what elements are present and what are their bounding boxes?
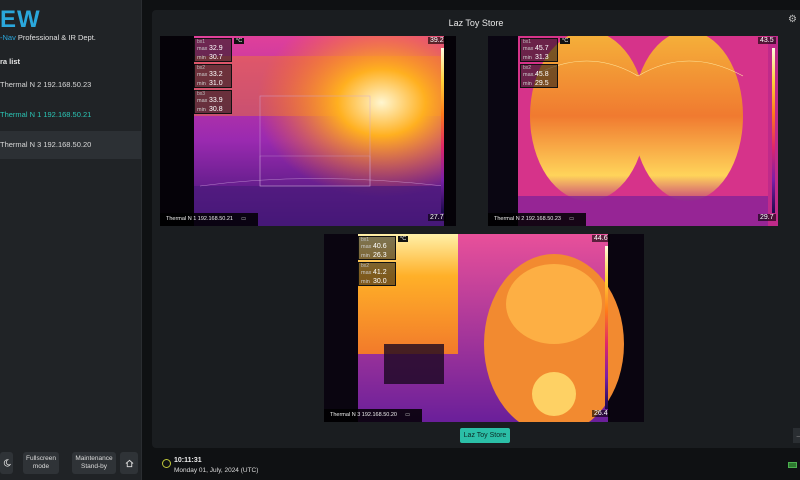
unit-label: °C [234, 38, 245, 44]
camera-feed-thermal-n1[interactable]: °C bx1 max 32.9 min 30.7 bx2 max 33.2 mi… [160, 36, 456, 226]
max-label: max [197, 72, 208, 78]
home-icon [125, 459, 133, 467]
roi-min: 29.5 [535, 80, 549, 87]
roi-max: 33.2 [209, 71, 223, 78]
camera-feed-thermal-n3[interactable]: °C bx1 max 40.6 min 26.3 bx2 max 41.2 mi… [324, 234, 644, 422]
tagline-text: Professional & IR Dept. [15, 33, 96, 42]
roi-min: 31.3 [535, 54, 549, 61]
theme-toggle-button[interactable] [0, 452, 13, 474]
roi-name: bx1 [361, 237, 370, 243]
roi-name: bx2 [361, 263, 370, 269]
clock-icon [162, 459, 171, 468]
scale-max: 43.5 [758, 37, 776, 44]
camera-list-title: ra list [0, 57, 21, 66]
feed-label-text: Thermal N 1 192.168.50.21 [166, 216, 233, 222]
min-label: min [361, 253, 370, 259]
max-label: max [197, 98, 208, 104]
roi-min: 31.0 [209, 80, 223, 87]
min-label: min [197, 55, 206, 61]
brand-tagline: -Nav Professional & IR Dept. [0, 33, 96, 42]
fullscreen-mode-button[interactable]: Fullscreen mode [23, 452, 59, 474]
roi-max: 33.9 [209, 97, 223, 104]
maintenance-standby-button[interactable]: Maintenance Stand-by [72, 452, 116, 474]
cast-icon[interactable]: ▭ [405, 412, 410, 418]
gear-icon[interactable]: ⚙ [788, 14, 797, 25]
roi-name: bx3 [197, 91, 206, 97]
roi-panel-bx2: bx2 max 33.2 min 31.0 [194, 64, 232, 88]
status-bar: 10:11:31 Monday 01, July, 2024 (UTC) [152, 452, 800, 480]
scale-max: 44.6 [592, 235, 610, 242]
scale-min: 29.7 [758, 214, 776, 221]
sidebar-toolbar: Fullscreen mode Maintenance Stand-by [0, 452, 142, 476]
app-window: EW -Nav Professional & IR Dept. ra list … [0, 0, 800, 480]
roi-name: bx1 [523, 39, 532, 45]
max-label: max [523, 72, 534, 78]
roi-name: bx2 [197, 65, 206, 71]
min-label: min [197, 107, 206, 113]
unit-label: °C [398, 236, 409, 242]
roi-panel-bx3: bx3 max 33.9 min 30.8 [194, 90, 232, 114]
min-label: min [523, 81, 532, 87]
feed-label: Thermal N 1 192.168.50.21 ▭ [160, 213, 258, 226]
feed-label: Thermal N 3 192.168.50.20 ▭ [324, 409, 422, 422]
temperature-scale-bar [772, 48, 775, 213]
camera-item-thermal-n3[interactable]: Thermal N 3 192.168.50.20 [0, 131, 141, 159]
scale-max: 39.2 [428, 37, 446, 44]
roi-max: 45.7 [535, 45, 549, 52]
roi-max: 40.6 [373, 243, 387, 250]
roi-min: 30.0 [373, 278, 387, 285]
page-title: Laz Toy Store [448, 18, 504, 28]
max-label: max [361, 244, 372, 250]
roi-panel-bx1: bx1 max 32.9 min 30.7 [194, 38, 232, 62]
roi-max: 45.8 [535, 71, 549, 78]
store-button[interactable]: Laz Toy Store [460, 428, 510, 443]
roi-panel-bx2: bx2 max 45.8 min 29.5 [520, 64, 558, 88]
temperature-scale-bar [605, 246, 608, 409]
cast-icon[interactable]: ▭ [241, 216, 246, 222]
tagline-accent: -Nav [0, 33, 16, 42]
roi-min: 30.8 [209, 106, 223, 113]
connection-status-icon [788, 462, 797, 468]
camera-feed-thermal-n2[interactable]: °C bx1 max 45.7 min 31.3 bx2 max 45.8 mi… [488, 36, 778, 226]
camera-item-thermal-n2[interactable]: Thermal N 2 192.168.50.23 [0, 71, 141, 99]
feed-label-text: Thermal N 2 192.168.50.23 [494, 216, 561, 222]
roi-name: bx2 [523, 65, 532, 71]
moon-icon [3, 459, 11, 467]
main-panel: Laz Toy Store °C bx1 max 32.9 min 30.7 b… [152, 10, 800, 448]
collapse-arrow-icon[interactable]: → [793, 428, 800, 443]
sidebar: EW -Nav Professional & IR Dept. ra list … [0, 0, 142, 480]
min-label: min [361, 279, 370, 285]
roi-name: bx1 [197, 39, 206, 45]
roi-min: 30.7 [209, 54, 223, 61]
home-button[interactable] [120, 452, 138, 474]
min-label: min [197, 81, 206, 87]
roi-max: 41.2 [373, 269, 387, 276]
roi-panel-bx1: bx1 max 40.6 min 26.3 [358, 236, 396, 260]
status-time: 10:11:31 [174, 457, 202, 464]
roi-max: 32.9 [209, 45, 223, 52]
status-date: Monday 01, July, 2024 (UTC) [174, 467, 259, 474]
scale-min: 26.4 [592, 410, 610, 417]
feed-label-text: Thermal N 3 192.168.50.20 [330, 412, 397, 418]
cast-icon[interactable]: ▭ [569, 216, 574, 222]
unit-label: °C [560, 38, 571, 44]
feed-label: Thermal N 2 192.168.50.23 ▭ [488, 213, 586, 226]
roi-panel-bx2: bx2 max 41.2 min 30.0 [358, 262, 396, 286]
max-label: max [361, 270, 372, 276]
brand-logo: EW [0, 6, 41, 33]
scale-min: 27.7 [428, 214, 446, 221]
camera-item-thermal-n1[interactable]: Thermal N 1 192.168.50.21 [0, 101, 141, 129]
roi-panel-bx1: bx1 max 45.7 min 31.3 [520, 38, 558, 62]
temperature-scale-bar [441, 48, 444, 213]
max-label: max [197, 46, 208, 52]
max-label: max [523, 46, 534, 52]
min-label: min [523, 55, 532, 61]
roi-min: 26.3 [373, 252, 387, 259]
